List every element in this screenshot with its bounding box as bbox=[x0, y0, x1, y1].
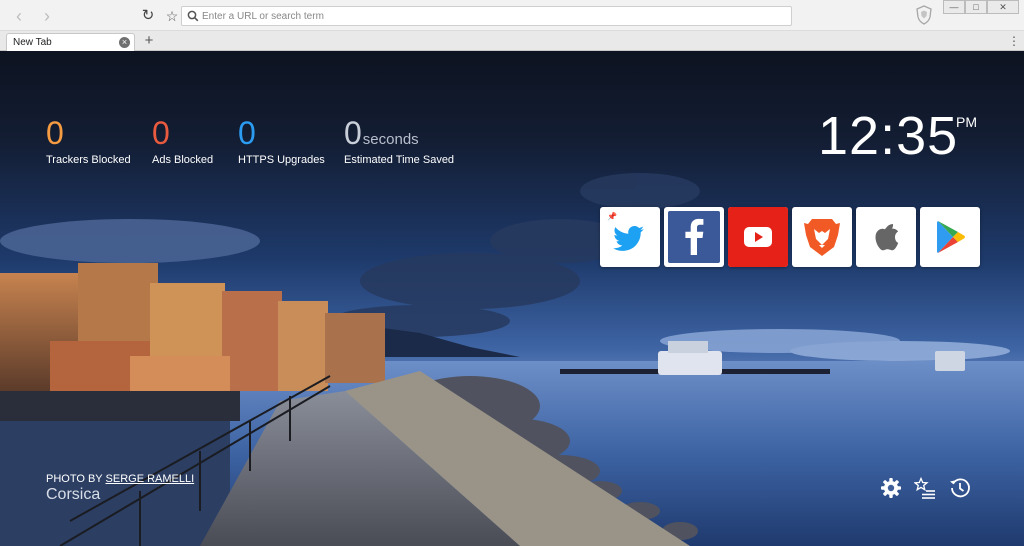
history-icon[interactable] bbox=[949, 477, 971, 499]
stat-label: Estimated Time Saved bbox=[344, 154, 455, 166]
top-site-brave[interactable] bbox=[792, 207, 852, 267]
tab-close-icon[interactable]: × bbox=[119, 37, 130, 48]
stat-https-upgrades: 0 HTTPS Upgrades bbox=[238, 116, 325, 166]
minimize-button[interactable]: — bbox=[943, 0, 965, 14]
url-bar[interactable] bbox=[181, 6, 792, 26]
photo-author-link[interactable]: SERGE RAMELLI bbox=[106, 473, 195, 485]
google-play-icon bbox=[937, 221, 965, 253]
top-site-twitter[interactable]: 📌 bbox=[600, 207, 660, 267]
forward-button[interactable]: › bbox=[37, 6, 57, 26]
restore-button[interactable]: □ bbox=[965, 0, 987, 14]
stat-label: HTTPS Upgrades bbox=[238, 154, 325, 166]
back-button[interactable]: ‹ bbox=[9, 6, 29, 26]
tab-title: New Tab bbox=[13, 37, 52, 48]
clock-ampm: PM bbox=[956, 114, 977, 130]
stat-value: 0 bbox=[238, 115, 256, 151]
apple-icon bbox=[875, 224, 899, 251]
clock: 12:35 PM bbox=[818, 106, 977, 166]
top-site-facebook[interactable] bbox=[664, 207, 724, 267]
top-site-youtube[interactable] bbox=[728, 207, 788, 267]
stat-unit: seconds bbox=[362, 131, 419, 148]
stat-value: 0 bbox=[46, 115, 64, 151]
top-site-apple[interactable] bbox=[856, 207, 916, 267]
settings-gear-icon[interactable] bbox=[880, 477, 902, 499]
stat-value: 0 bbox=[344, 115, 362, 151]
facebook-icon bbox=[668, 211, 720, 263]
top-site-google-play[interactable] bbox=[920, 207, 980, 267]
stat-time-saved: 0seconds Estimated Time Saved bbox=[344, 116, 454, 166]
stat-trackers-blocked: 0 Trackers Blocked bbox=[46, 116, 131, 166]
bookmark-button[interactable]: ☆ bbox=[163, 6, 181, 26]
browser-toolbar: ‹ › ↻ ☆ — □ ✕ bbox=[0, 0, 1024, 31]
reload-button[interactable]: ↻ bbox=[139, 6, 157, 26]
photo-credit-line: PHOTO BY SERGE RAMELLI bbox=[46, 473, 194, 485]
new-tab-button[interactable]: + bbox=[141, 32, 157, 49]
photo-credit-prefix: PHOTO BY bbox=[46, 473, 106, 485]
stat-label: Trackers Blocked bbox=[46, 154, 131, 166]
tab-new-tab[interactable]: New Tab × bbox=[6, 33, 135, 51]
new-tab-page: 0 Trackers Blocked 0 Ads Blocked 0 HTTPS… bbox=[0, 51, 1024, 546]
brave-icon bbox=[804, 219, 840, 256]
stat-label: Ads Blocked bbox=[152, 154, 214, 166]
bookmarks-icon[interactable] bbox=[914, 477, 936, 499]
stat-value: 0 bbox=[152, 115, 170, 151]
photo-credit: PHOTO BY SERGE RAMELLI Corsica bbox=[46, 473, 194, 504]
photo-location: Corsica bbox=[46, 486, 101, 503]
close-window-button[interactable]: ✕ bbox=[987, 0, 1019, 14]
stat-ads-blocked: 0 Ads Blocked bbox=[152, 116, 213, 166]
twitter-icon bbox=[613, 226, 644, 251]
search-icon bbox=[187, 10, 199, 22]
tab-strip: New Tab × + ⋮ bbox=[0, 31, 1024, 51]
clock-time: 12:35 bbox=[818, 106, 959, 166]
menu-button[interactable]: ⋮ bbox=[1008, 33, 1020, 49]
url-input[interactable] bbox=[202, 8, 782, 24]
brave-shield-icon[interactable] bbox=[915, 5, 933, 25]
youtube-icon bbox=[728, 207, 788, 267]
